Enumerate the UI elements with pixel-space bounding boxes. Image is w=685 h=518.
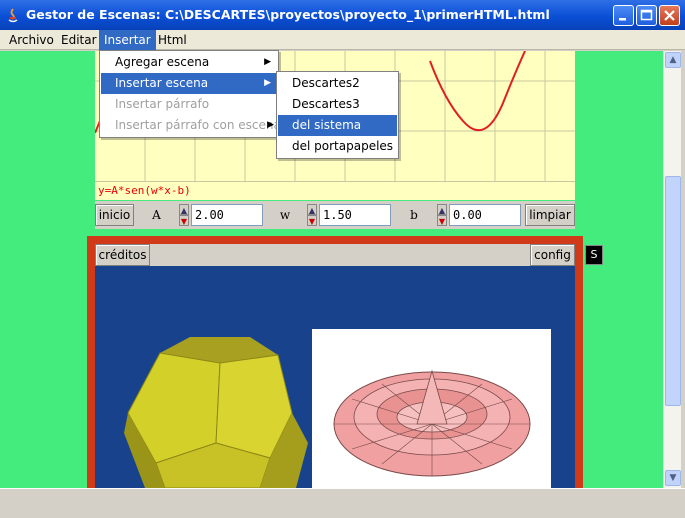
menu-item-label: Insertar escena	[115, 76, 209, 90]
scroll-up-icon[interactable]: ▲	[665, 52, 681, 68]
spin-down-icon[interactable]: ▼	[179, 215, 189, 226]
spin-up-icon[interactable]: ▲	[179, 204, 189, 215]
maximize-button[interactable]	[636, 5, 657, 26]
submenu-item-descartes2[interactable]: Descartes2	[278, 73, 397, 94]
spin-down-icon[interactable]: ▼	[437, 215, 447, 226]
parameter-bar: inicio A ▲ ▼ 2.00 w ▲ ▼ 1.50 b ▲ ▼ 0.00 lim…	[95, 201, 575, 229]
vertical-scrollbar[interactable]: ▲ ▼	[663, 51, 681, 488]
menu-item-insertar-escena[interactable]: Insertar escena ▶	[101, 73, 277, 94]
sombrero-surface-3d	[333, 369, 531, 477]
menu-item-label: Insertar párrafo	[115, 97, 210, 111]
submenu-arrow-icon: ▶	[264, 57, 271, 67]
param-b-label: b	[410, 208, 418, 222]
param-w-label: w	[279, 208, 291, 222]
reset-button[interactable]: inicio	[95, 204, 134, 226]
status-bar	[0, 488, 685, 518]
minimize-icon	[619, 18, 626, 21]
config-button[interactable]: config	[530, 244, 575, 266]
close-icon	[664, 10, 675, 21]
scroll-down-icon[interactable]: ▼	[665, 470, 681, 486]
title-bar[interactable]: Gestor de Escenas: C:\DESCARTES\proyecto…	[0, 0, 685, 30]
menu-item-insertar-parrafo: Insertar párrafo	[101, 94, 277, 115]
insert-menu: Agregar escena ▶ Insertar escena ▶ Inser…	[99, 50, 281, 138]
menu-html[interactable]: Html	[153, 30, 192, 50]
param-a-input[interactable]: 2.00	[191, 204, 263, 226]
scrollbar-thumb[interactable]	[665, 176, 681, 406]
s-button[interactable]: S	[585, 245, 603, 265]
clear-button[interactable]: limpiar	[525, 204, 575, 226]
menu-insertar[interactable]: Insertar	[99, 30, 156, 50]
window-title: Gestor de Escenas: C:\DESCARTES\proyecto…	[26, 7, 550, 22]
spin-down-icon[interactable]: ▼	[307, 215, 317, 226]
submenu-item-del-sistema[interactable]: del sistema	[278, 115, 397, 136]
scene2-toolbar: créditos config	[95, 244, 575, 266]
app-java-icon	[6, 7, 20, 23]
param-b-spinner[interactable]: ▲ ▼	[437, 204, 447, 226]
spin-up-icon[interactable]: ▲	[307, 204, 317, 215]
close-button[interactable]	[659, 5, 680, 26]
menu-editar[interactable]: Editar	[56, 30, 102, 50]
menu-item-label: Agregar escena	[115, 55, 210, 69]
param-b-input[interactable]: 0.00	[449, 204, 521, 226]
minimize-button[interactable]	[613, 5, 634, 26]
param-w-input[interactable]: 1.50	[319, 204, 391, 226]
submenu-item-del-portapapeles[interactable]: del portapapeles	[278, 136, 397, 157]
param-a-spinner[interactable]: ▲ ▼	[179, 204, 189, 226]
surface-plot-panel[interactable]	[312, 329, 551, 488]
menu-item-agregar-escena[interactable]: Agregar escena ▶	[101, 52, 277, 73]
submenu-arrow-icon: ▶	[267, 120, 274, 130]
dodecahedron-3d[interactable]	[120, 333, 310, 488]
maximize-icon	[640, 9, 653, 21]
insert-scene-submenu: Descartes2 Descartes3 del sistema del po…	[276, 71, 399, 159]
credits-button[interactable]: créditos	[95, 244, 150, 266]
formula-label: y=A*sen(w*x-b)	[95, 181, 575, 200]
submenu-item-descartes3[interactable]: Descartes3	[278, 94, 397, 115]
menu-item-insertar-parrafo-escena: Insertar párrafo con escena ▶	[101, 115, 281, 136]
submenu-arrow-icon: ▶	[264, 78, 271, 88]
param-w-spinner[interactable]: ▲ ▼	[307, 204, 317, 226]
menu-item-label: Insertar párrafo con escena	[115, 118, 281, 132]
menu-bar: Archivo Editar Insertar Html	[0, 30, 685, 50]
menu-archivo[interactable]: Archivo	[4, 30, 59, 50]
spin-up-icon[interactable]: ▲	[437, 204, 447, 215]
param-a-label: A	[152, 208, 161, 222]
